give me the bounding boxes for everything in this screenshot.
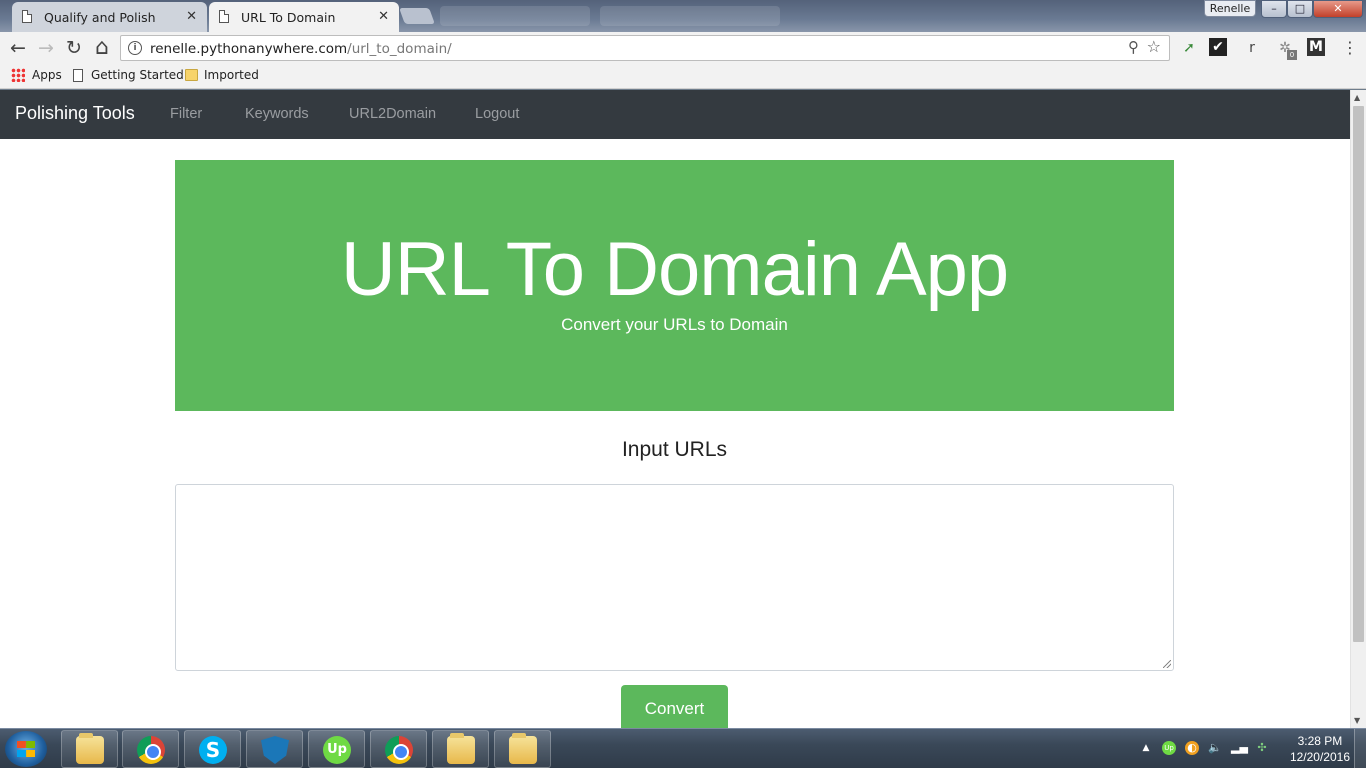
taskbar-explorer-3[interactable] — [494, 730, 551, 768]
clock-date: 12/20/2016 — [1289, 750, 1350, 764]
forward-arrow-icon[interactable]: → — [34, 36, 58, 60]
bookmark-label: Getting Started — [91, 68, 184, 82]
background-window-blur — [440, 6, 590, 26]
taskbar-skype[interactable]: S — [184, 730, 241, 768]
minimize-button[interactable]: – — [1261, 0, 1287, 18]
bookmark-star-icon[interactable]: ☆ — [1147, 37, 1161, 56]
network-signal-icon[interactable]: ▂▄ — [1231, 741, 1248, 755]
tab-qualify-and-polish[interactable]: Qualify and Polish ✕ — [12, 2, 207, 32]
url-host: renelle.pythonanywhere.com — [150, 41, 348, 57]
chrome-icon — [385, 736, 413, 764]
folder-icon — [509, 733, 537, 764]
extension-check-icon[interactable]: ✔ — [1209, 38, 1227, 56]
tab-close-icon[interactable]: ✕ — [378, 9, 389, 24]
upwork-icon: Up — [323, 736, 351, 764]
shield-icon — [261, 736, 289, 764]
scrollbar-thumb[interactable] — [1353, 106, 1364, 642]
home-icon[interactable]: ⌂ — [90, 36, 114, 60]
extension-m-icon[interactable]: M — [1307, 38, 1325, 56]
taskbar-chrome-2[interactable] — [370, 730, 427, 768]
taskbar-explorer-2[interactable] — [432, 730, 489, 768]
reload-icon[interactable]: ↻ — [62, 36, 86, 60]
chrome-icon — [137, 736, 165, 764]
sync-tray-icon[interactable]: ✣ — [1255, 741, 1269, 755]
system-tray: ▲ Up ◐ 🔈 ▂▄ ✣ 3:28 PM 12/20/2016 — [1135, 729, 1366, 768]
taskbar-chrome[interactable] — [122, 730, 179, 768]
resize-grip-icon[interactable] — [1163, 660, 1171, 668]
extension-arrow-icon[interactable]: ➚ — [1179, 38, 1199, 58]
nav-link-url2domain[interactable]: URL2Domain — [349, 106, 436, 122]
tab-close-icon[interactable]: ✕ — [186, 9, 197, 24]
bookmarks-bar: Apps Getting Started Imported — [0, 64, 1366, 89]
browser-toolbar: ← → ↻ ⌂ i renelle.pythonanywhere.com/url… — [0, 32, 1366, 64]
start-button[interactable] — [5, 731, 47, 767]
show-hidden-icons-icon[interactable]: ▲ — [1139, 741, 1153, 755]
browser-menu-icon[interactable]: ⋮ — [1340, 38, 1360, 58]
skype-icon: S — [199, 736, 227, 764]
bookmark-label: Apps — [32, 68, 62, 82]
page-icon — [73, 68, 83, 82]
url-path: /url_to_domain/ — [347, 41, 452, 57]
page-scrollbar[interactable]: ▲ ▼ — [1350, 90, 1366, 728]
profile-button[interactable]: Renelle — [1204, 0, 1256, 17]
extension-r-icon[interactable]: r — [1242, 38, 1262, 58]
hero-title: URL To Domain App — [340, 227, 1009, 312]
hero-subtitle: Convert your URLs to Domain — [561, 315, 788, 334]
windows-taskbar: S Up ▲ Up ◐ 🔈 ▂▄ ✣ 3:28 PM 12/20/2016 — [0, 728, 1366, 768]
nav-link-filter[interactable]: Filter — [170, 106, 202, 122]
bookmark-imported[interactable]: Imported — [185, 68, 259, 82]
folder-icon — [185, 69, 198, 81]
nav-link-logout[interactable]: Logout — [475, 106, 519, 122]
tab-title: URL To Domain — [241, 9, 336, 25]
hero-banner: URL To Domain App Convert your URLs to D… — [175, 160, 1174, 411]
page-icon — [22, 10, 32, 23]
taskbar-upwork[interactable]: Up — [308, 730, 365, 768]
tab-title: Qualify and Polish — [44, 9, 156, 25]
site-info-icon[interactable]: i — [128, 41, 142, 55]
browser-titlebar: Qualify and Polish ✕ URL To Domain ✕ Ren… — [0, 0, 1366, 32]
system-clock[interactable]: 3:28 PM 12/20/2016 — [1290, 733, 1350, 765]
bookmark-getting-started[interactable]: Getting Started — [73, 68, 184, 82]
maximize-button[interactable]: □ — [1287, 0, 1313, 18]
folder-icon — [76, 733, 104, 764]
clock-time: 3:28 PM — [1297, 734, 1343, 748]
input-urls-heading: Input URLs — [621, 438, 728, 461]
urls-textarea[interactable] — [175, 484, 1174, 671]
page-icon — [219, 10, 229, 23]
web-page: Polishing Tools Filter Keywords URL2Doma… — [0, 90, 1350, 728]
tab-url-to-domain[interactable]: URL To Domain ✕ — [209, 2, 399, 32]
zoom-icon[interactable]: ⚲ — [1128, 38, 1139, 56]
back-arrow-icon[interactable]: ← — [6, 36, 30, 60]
scroll-down-icon[interactable]: ▼ — [1354, 716, 1360, 725]
taskbar-explorer[interactable] — [61, 730, 118, 768]
site-navbar: Polishing Tools Filter Keywords URL2Doma… — [0, 90, 1350, 139]
address-url[interactable]: renelle.pythonanywhere.com/url_to_domain… — [150, 41, 452, 57]
bookmark-label: Imported — [204, 68, 259, 82]
show-desktop-button[interactable] — [1354, 729, 1366, 768]
close-window-button[interactable]: ✕ — [1313, 0, 1363, 18]
bookmark-apps[interactable]: Apps — [11, 68, 62, 82]
site-brand[interactable]: Polishing Tools — [15, 103, 135, 124]
scroll-up-icon[interactable]: ▲ — [1354, 93, 1360, 102]
orange-tray-icon[interactable]: ◐ — [1185, 741, 1199, 755]
apps-grid-icon — [11, 68, 25, 82]
nav-link-keywords[interactable]: Keywords — [245, 106, 309, 122]
address-bar[interactable]: i renelle.pythonanywhere.com/url_to_doma… — [120, 35, 1170, 61]
upwork-tray-icon[interactable]: Up — [1162, 741, 1176, 755]
background-window-blur — [600, 6, 780, 26]
volume-icon[interactable]: 🔈 — [1208, 741, 1222, 755]
convert-button[interactable]: Convert — [621, 685, 728, 728]
extension-badge: 0 — [1287, 50, 1297, 60]
taskbar-shield-app[interactable] — [246, 730, 303, 768]
new-tab-button[interactable] — [399, 8, 435, 24]
folder-icon — [447, 733, 475, 764]
windows-logo-icon — [17, 741, 35, 757]
